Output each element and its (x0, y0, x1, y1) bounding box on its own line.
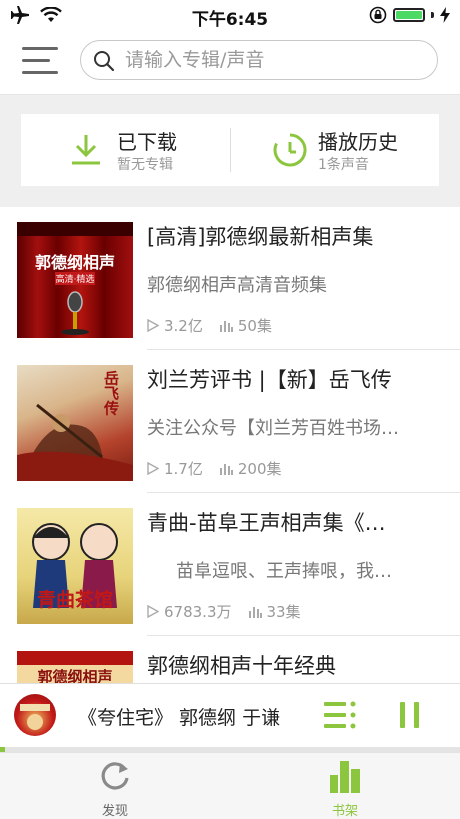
episodes-icon (219, 321, 233, 332)
bookshelf-icon (330, 761, 360, 793)
album-description: 郭德纲相声高清音频集 (147, 275, 327, 296)
tab-discover[interactable]: 发现 (55, 753, 175, 819)
playlist-icon[interactable] (324, 700, 358, 730)
cover-text: 郭德纲相声 (35, 253, 115, 272)
album-description: 苗阜逗哏、王声捧哏，我… (176, 561, 392, 582)
album-cover: 岳飞传 (17, 365, 133, 481)
cover-text: 岳飞传 (102, 370, 120, 417)
tab-bookshelf[interactable]: 书架 (285, 753, 405, 819)
downloaded-title: 已下载 (117, 130, 177, 154)
album-cover: 郭德纲相声 高清·精选 (17, 222, 133, 338)
search-icon (94, 51, 115, 72)
album-title: 郭德纲相声十年经典 (147, 654, 336, 678)
download-icon (72, 135, 100, 165)
cover-subtext: 高清·精选 (56, 273, 95, 285)
refresh-icon (101, 762, 129, 790)
play-count: 6783.3万 (164, 603, 232, 621)
downloaded-subtitle: 暂无专辑 (117, 157, 173, 173)
album-title: [高清]郭德纲最新相声集 (147, 225, 374, 249)
episodes-icon (219, 464, 233, 475)
album-title: 青曲-苗阜王声相声集《… (147, 511, 386, 535)
episode-count: 33集 (266, 603, 301, 621)
mini-player[interactable]: 《夸住宅》 郭德纲 于谦 (0, 683, 460, 748)
play-count: 3.2亿 (164, 317, 203, 335)
play-count-icon (147, 319, 159, 332)
tab-discover-label: 发现 (101, 804, 128, 819)
play-count-icon (147, 462, 159, 475)
album-title: 刘兰芳评书 |【新】岳飞传 (147, 368, 392, 392)
album-item[interactable]: 郭德纲相声 高清·精选 [高清]郭德纲最新相声集 郭德纲相声高清音频集 3.2亿… (0, 207, 460, 350)
episodes-icon (248, 607, 262, 618)
downloaded-button[interactable]: 已下载 暂无专辑 (21, 114, 230, 186)
history-title: 播放历史 (318, 130, 398, 154)
quick-access-panel: 已下载 暂无专辑 播放历史 1条声音 (21, 114, 439, 186)
status-bar: 下午6:45 (0, 0, 460, 32)
album-stats: 1.7亿 200集 (147, 458, 298, 479)
history-subtitle: 1条声音 (318, 157, 369, 173)
search-bar[interactable] (80, 40, 438, 80)
play-history-button[interactable]: 播放历史 1条声音 (230, 114, 439, 186)
cover-text: 青曲茶馆 (37, 588, 113, 611)
battery-icon (393, 8, 425, 22)
album-description: 关注公众号【刘兰芳百姓书场… (147, 418, 399, 439)
menu-icon[interactable] (22, 44, 60, 76)
search-input[interactable] (125, 41, 415, 79)
pause-icon[interactable] (397, 700, 423, 730)
tab-bar: 发现 书架 (0, 752, 460, 819)
play-count: 1.7亿 (164, 460, 203, 478)
album-item[interactable]: 郭德纲相声 郭德纲相声十年经典 (0, 636, 460, 683)
album-cover: 郭德纲相声 (17, 651, 133, 683)
episode-count: 200集 (237, 460, 282, 478)
album-cover: 青曲茶馆 (17, 508, 133, 624)
player-cover (14, 694, 56, 736)
tab-bookshelf-label: 书架 (331, 804, 358, 819)
now-playing-title: 《夸住宅》 郭德纲 于谦 (78, 707, 281, 729)
album-item[interactable]: 青曲茶馆 青曲-苗阜王声相声集《… 苗阜逗哏、王声捧哏，我… 6783.3万 3… (0, 493, 460, 636)
cover-text: 郭德纲相声 (37, 668, 112, 683)
album-stats: 3.2亿 50集 (147, 315, 288, 336)
play-count-icon (147, 605, 159, 618)
album-stats: 6783.3万 33集 (147, 601, 317, 622)
history-clock-icon (273, 133, 307, 167)
charging-bolt-icon (440, 7, 450, 23)
album-item[interactable]: 岳飞传 刘兰芳评书 |【新】岳飞传 关注公众号【刘兰芳百姓书场… 1.7亿 20… (0, 350, 460, 493)
rotation-lock-icon (369, 6, 387, 24)
episode-count: 50集 (237, 317, 272, 335)
top-header (0, 32, 460, 95)
